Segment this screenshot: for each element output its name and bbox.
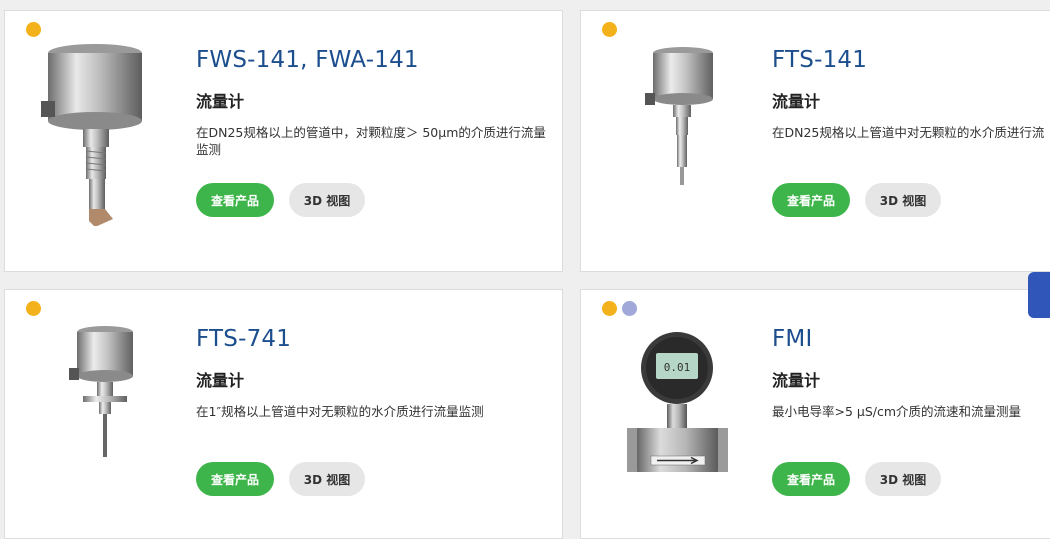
product-image-fts-741 bbox=[69, 326, 133, 457]
product-title[interactable]: FTS-741 bbox=[196, 326, 291, 352]
product-title[interactable]: FMI bbox=[772, 326, 812, 352]
status-dot-yellow bbox=[602, 301, 617, 316]
view-product-button[interactable]: 查看产品 bbox=[196, 462, 274, 496]
3d-view-button[interactable]: 3D 视图 bbox=[289, 462, 365, 496]
view-product-button[interactable]: 查看产品 bbox=[772, 462, 850, 496]
product-subtitle: 流量计 bbox=[772, 92, 821, 111]
product-subtitle: 流量计 bbox=[196, 92, 245, 111]
status-dot-yellow bbox=[26, 301, 41, 316]
product-title[interactable]: FTS-141 bbox=[772, 47, 867, 73]
3d-view-button[interactable]: 3D 视图 bbox=[865, 183, 941, 217]
display-value: 0.01 bbox=[664, 361, 691, 374]
view-product-button[interactable]: 查看产品 bbox=[772, 183, 850, 217]
status-dot-yellow bbox=[26, 22, 41, 37]
view-product-button[interactable]: 查看产品 bbox=[196, 183, 274, 217]
product-title[interactable]: FWS-141, FWA-141 bbox=[196, 47, 419, 73]
product-image-fmi: 0.01 bbox=[627, 332, 728, 472]
3d-view-button[interactable]: 3D 视图 bbox=[865, 462, 941, 496]
product-description: 在1″规格以上管道中对无颗粒的水介质进行流量监测 bbox=[196, 404, 484, 419]
floating-side-tab[interactable] bbox=[1028, 272, 1050, 318]
3d-view-button[interactable]: 3D 视图 bbox=[289, 183, 365, 217]
product-description: 最小电导率>5 µS/cm介质的流速和流量测量 bbox=[772, 404, 1022, 419]
product-subtitle: 流量计 bbox=[772, 371, 821, 390]
product-card[interactable]: FWS-141, FWA-141 流量计 在DN25规格以上的管道中，对颗粒度＞… bbox=[4, 10, 563, 272]
product-subtitle: 流量计 bbox=[196, 371, 245, 390]
product-description: 在DN25规格以上管道中对无颗粒的水介质进行流 bbox=[772, 125, 1045, 140]
status-dot-lilac bbox=[622, 301, 637, 316]
product-card[interactable]: FTS-741 流量计 在1″规格以上管道中对无颗粒的水介质进行流量监测 查看产… bbox=[4, 289, 563, 539]
product-image-fws-141 bbox=[41, 44, 142, 226]
status-dot-yellow bbox=[602, 22, 617, 37]
product-image-fts-141 bbox=[645, 47, 713, 185]
product-card[interactable]: 0.01 FMI 流量计 最小电导率>5 µS/cm介质的流速和流量测量 查看产… bbox=[580, 289, 1050, 539]
product-card[interactable]: FTS-141 流量计 在DN25规格以上管道中对无颗粒的水介质进行流 查看产品… bbox=[580, 10, 1050, 272]
product-description: 在DN25规格以上的管道中，对颗粒度＞ 50μm的介质进行流量监测 bbox=[196, 125, 546, 157]
